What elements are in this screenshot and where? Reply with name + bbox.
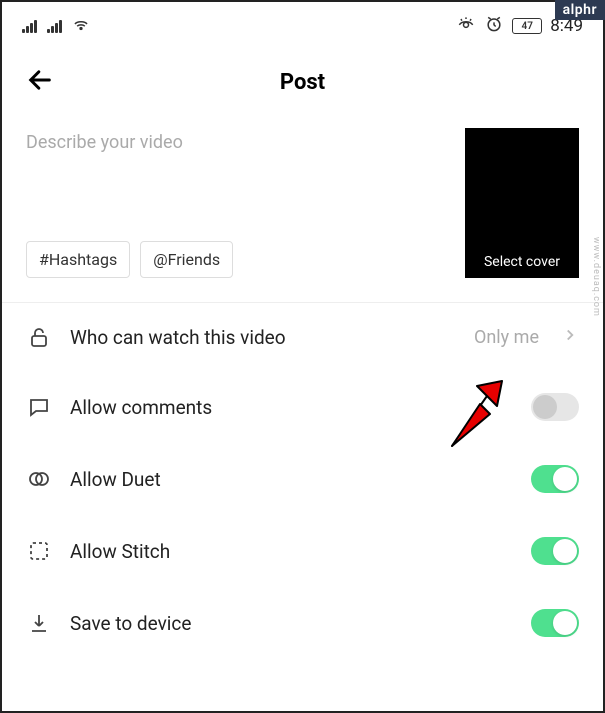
privacy-row[interactable]: Who can watch this video Only me	[2, 303, 603, 371]
comments-toggle[interactable]	[531, 393, 579, 421]
privacy-value: Only me	[474, 327, 539, 348]
download-icon	[26, 611, 52, 635]
privacy-label: Who can watch this video	[70, 326, 456, 349]
signal-icon-2	[47, 20, 62, 33]
wifi-icon	[72, 15, 90, 37]
compose-area: Describe your video #Hashtags @Friends S…	[2, 128, 603, 303]
alarm-icon	[484, 14, 504, 38]
duet-row: Allow Duet	[2, 443, 603, 515]
lock-icon	[26, 325, 52, 349]
chevron-right-icon	[561, 326, 579, 348]
page-title: Post	[280, 70, 325, 95]
status-bar: 47 8:49	[2, 2, 603, 46]
hashtags-button[interactable]: #Hashtags	[26, 241, 130, 278]
stitch-toggle[interactable]	[531, 537, 579, 565]
eye-icon	[456, 14, 476, 38]
stitch-icon	[26, 539, 52, 563]
description-input[interactable]: Describe your video	[26, 132, 447, 153]
save-label: Save to device	[70, 612, 513, 635]
comment-icon	[26, 395, 52, 419]
page-header: Post	[2, 46, 603, 128]
back-button[interactable]	[26, 66, 54, 98]
stitch-row: Allow Stitch	[2, 515, 603, 587]
friends-button[interactable]: @Friends	[140, 241, 233, 278]
alphr-badge: alphr	[555, 0, 605, 20]
save-toggle[interactable]	[531, 609, 579, 637]
duet-toggle[interactable]	[531, 465, 579, 493]
cover-label: Select cover	[484, 254, 560, 270]
stitch-label: Allow Stitch	[70, 540, 513, 563]
duet-label: Allow Duet	[70, 468, 513, 491]
comments-row: Allow comments	[2, 371, 603, 443]
battery-icon: 47	[512, 18, 542, 34]
duet-icon	[26, 467, 52, 491]
signal-icon-1	[22, 20, 37, 33]
comments-label: Allow comments	[70, 396, 513, 419]
select-cover-button[interactable]: Select cover	[465, 128, 579, 278]
save-row: Save to device	[2, 587, 603, 659]
